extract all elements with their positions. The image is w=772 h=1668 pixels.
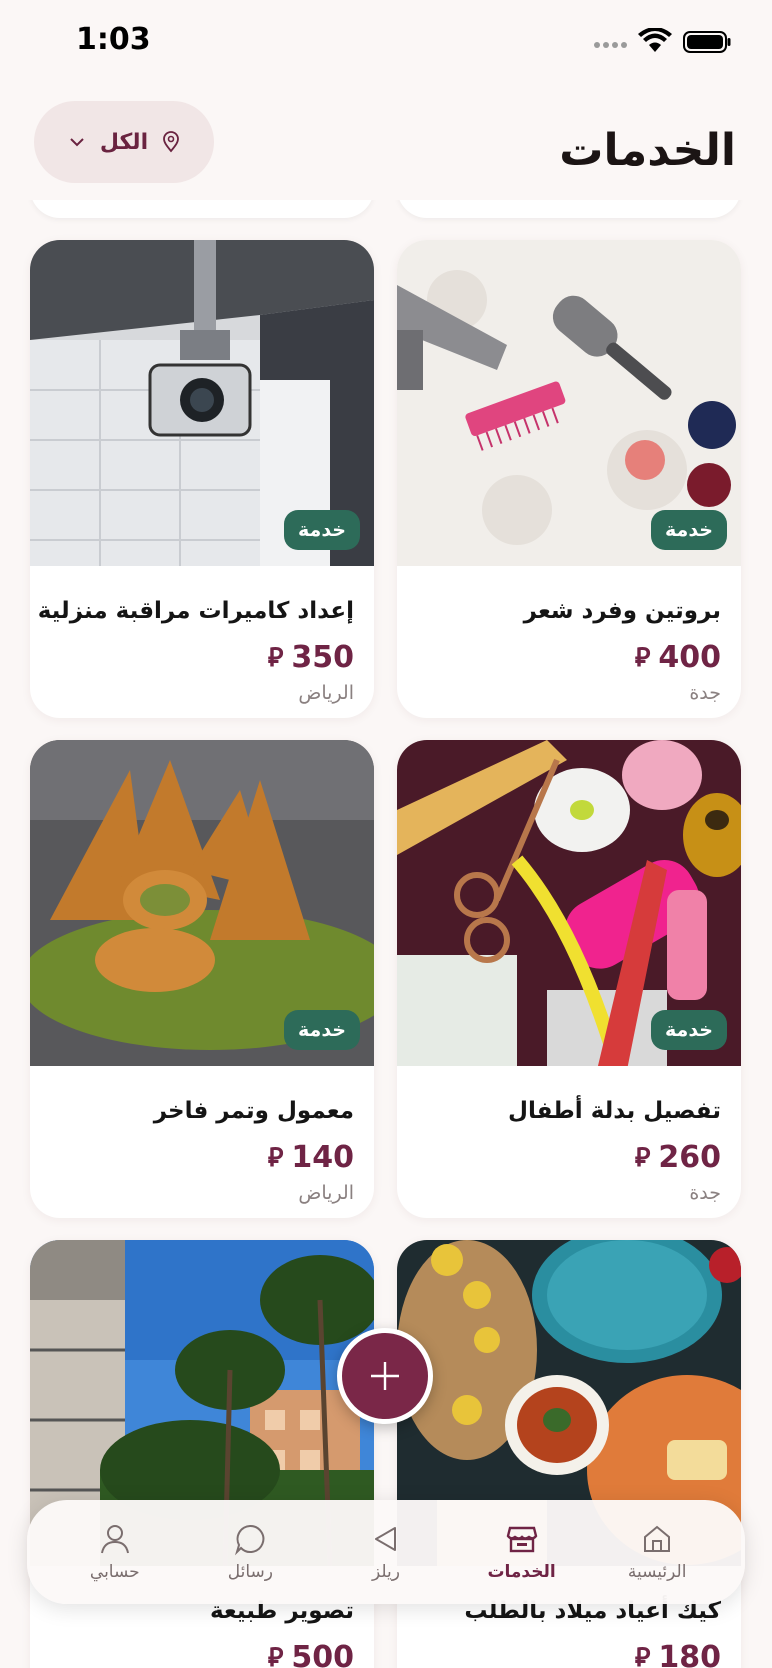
card-title: بروتين وفرد شعر bbox=[523, 598, 721, 624]
card-price: ⃁ 260 bbox=[635, 1140, 721, 1175]
tab-label: رسائل bbox=[227, 1562, 274, 1582]
price-value: 180 bbox=[658, 1640, 721, 1668]
tab-label: الرئيسية bbox=[627, 1562, 687, 1582]
card-price: ⃁ 180 bbox=[635, 1640, 721, 1668]
card-title: إعداد كاميرات مراقبة منزلية bbox=[37, 598, 354, 624]
card-city: جدة bbox=[689, 1182, 721, 1204]
add-button[interactable] bbox=[337, 1328, 433, 1424]
service-badge: خدمة bbox=[651, 510, 727, 550]
play-icon bbox=[374, 1527, 396, 1551]
card-city: جدة bbox=[689, 682, 721, 704]
card-top-partial[interactable] bbox=[30, 200, 374, 218]
card-price: ⃁ 350 bbox=[268, 640, 354, 675]
service-card[interactable]: خدمة تفصيل بدلة أطفال ⃁ 260 جدة bbox=[397, 740, 741, 1218]
service-card[interactable]: خدمة إعداد كاميرات مراقبة منزلية ⃁ 350 ا… bbox=[30, 240, 374, 718]
tab-services[interactable]: الخدمات bbox=[462, 1522, 582, 1582]
service-badge: خدمة bbox=[651, 1010, 727, 1050]
price-value: 140 bbox=[291, 1140, 354, 1175]
tab-home[interactable]: الرئيسية bbox=[597, 1522, 717, 1582]
tab-label: الخدمات bbox=[487, 1562, 556, 1582]
page-title: الخدمات bbox=[559, 125, 736, 176]
plus-icon bbox=[371, 1362, 399, 1390]
riyal-icon: ⃁ bbox=[634, 1143, 651, 1173]
services-grid: خدمة إعداد كاميرات مراقبة منزلية ⃁ 350 ا… bbox=[0, 200, 772, 1668]
tab-label: حسابي bbox=[89, 1562, 140, 1582]
home-icon bbox=[644, 1525, 671, 1552]
wifi-icon bbox=[638, 28, 672, 52]
location-filter-button[interactable]: الكل bbox=[34, 101, 214, 183]
status-bar: 1:03 bbox=[0, 0, 772, 86]
service-badge: خدمة bbox=[284, 1010, 360, 1050]
card-city: الرياض bbox=[298, 682, 354, 704]
chevron-down-icon bbox=[70, 138, 84, 147]
card-city: الرياض bbox=[298, 1182, 354, 1204]
price-value: 350 bbox=[291, 640, 354, 675]
signal-icon bbox=[594, 40, 628, 50]
location-filter-label: الكل bbox=[99, 129, 149, 155]
tab-label: ريلز bbox=[372, 1562, 400, 1582]
price-value: 500 bbox=[291, 1640, 354, 1668]
chat-icon bbox=[235, 1524, 265, 1556]
riyal-icon: ⃁ bbox=[634, 643, 651, 673]
card-top-partial[interactable] bbox=[397, 200, 741, 218]
location-pin-icon bbox=[163, 131, 180, 153]
user-icon bbox=[100, 1525, 129, 1554]
price-value: 260 bbox=[658, 1140, 721, 1175]
store-icon bbox=[506, 1526, 537, 1553]
status-time: 1:03 bbox=[76, 22, 151, 57]
service-card[interactable]: خدمة معمول وتمر فاخر ⃁ 140 الرياض bbox=[30, 740, 374, 1218]
card-title: تفصيل بدلة أطفال bbox=[508, 1098, 721, 1124]
service-badge: خدمة bbox=[284, 510, 360, 550]
riyal-icon: ⃁ bbox=[634, 1643, 651, 1668]
card-price: ⃁ 140 bbox=[268, 1140, 354, 1175]
tab-account[interactable]: حسابي bbox=[55, 1522, 175, 1582]
riyal-icon: ⃁ bbox=[267, 1643, 284, 1668]
bottom-tab-bar: الرئيسية الخدمات ريلز رسائل حسابي bbox=[27, 1500, 745, 1604]
tab-reels[interactable]: ريلز bbox=[326, 1522, 446, 1582]
riyal-icon: ⃁ bbox=[267, 1143, 284, 1173]
card-price: ⃁ 500 bbox=[268, 1640, 354, 1668]
tab-messages[interactable]: رسائل bbox=[190, 1522, 310, 1582]
card-title: معمول وتمر فاخر bbox=[153, 1098, 354, 1124]
riyal-icon: ⃁ bbox=[267, 643, 284, 673]
service-card[interactable]: خدمة بروتين وفرد شعر ⃁ 400 جدة bbox=[397, 240, 741, 718]
battery-icon bbox=[683, 31, 731, 53]
card-price: ⃁ 400 bbox=[635, 640, 721, 675]
price-value: 400 bbox=[658, 640, 721, 675]
